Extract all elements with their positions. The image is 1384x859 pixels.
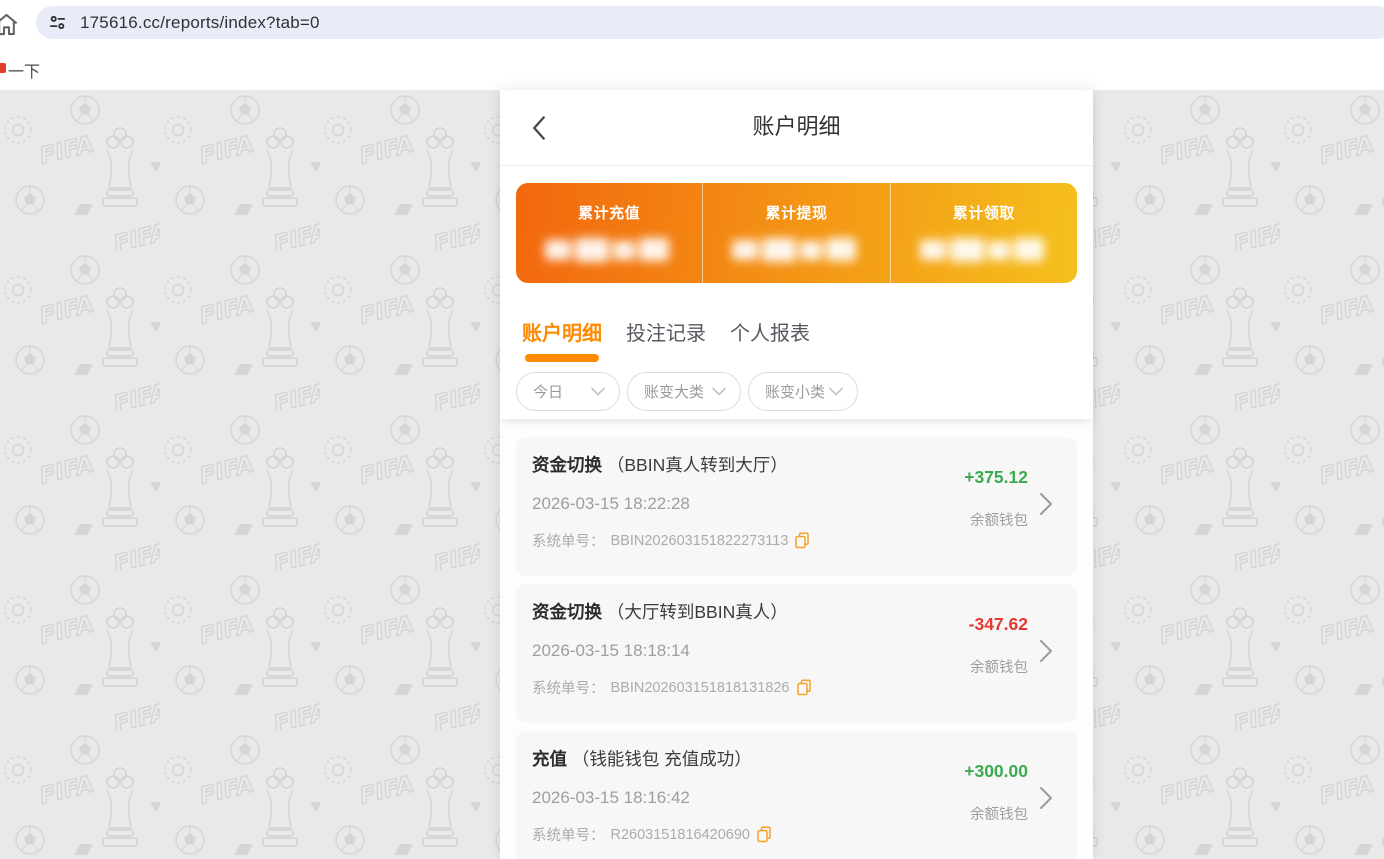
page-title: 账户明细 — [500, 109, 1093, 141]
copy-icon[interactable] — [756, 826, 772, 843]
order-number: R2603151816420690 — [611, 827, 751, 843]
filter-label: 账变小类 — [765, 381, 825, 402]
tab-personal-report[interactable]: 个人报表 — [730, 317, 810, 362]
transaction-detail: （BBIN真人转到大厅） — [607, 455, 788, 475]
stat-label: 累计领取 — [953, 202, 1015, 223]
transaction-type: 资金切换 — [532, 602, 602, 622]
wallet-label: 余额钱包 — [964, 803, 1028, 824]
stat-total-withdraw: 累计提现 — [702, 183, 889, 283]
bookmark-favicon-fragment[interactable] — [0, 63, 6, 73]
transaction-time: 2026-03-15 18:22:28 — [532, 494, 917, 514]
stat-total-deposit: 累计充值 — [516, 183, 702, 283]
address-bar[interactable]: 175616.cc/reports/index?tab=0 — [36, 6, 1384, 39]
wallet-label: 余额钱包 — [969, 656, 1028, 677]
transaction-type: 资金切换 — [532, 455, 602, 475]
masked-value — [545, 236, 673, 264]
order-number: BBIN202603151822273113 — [611, 533, 789, 549]
chevron-right-icon[interactable] — [1039, 639, 1053, 668]
transaction-detail: （钱能钱包 充值成功） — [572, 749, 752, 769]
account-detail-panel: 账户明细 累计充值 累计提现 累计领取 账户明细 投注记录 — [500, 90, 1093, 859]
browser-toolbar: 175616.cc/reports/index?tab=0 — [0, 0, 1384, 45]
transaction-amount: +375.12 — [964, 467, 1028, 488]
wallet-label: 余额钱包 — [964, 509, 1028, 530]
transaction-detail: （大厅转到BBIN真人） — [607, 602, 788, 622]
transaction-title: 资金切换 （大厅转到BBIN真人） — [532, 600, 917, 624]
transaction-amount: -347.62 — [969, 614, 1028, 635]
transaction-order-row: 系统单号： BBIN202603151818131826 — [532, 677, 917, 698]
order-label: 系统单号： — [532, 824, 605, 845]
transaction-card[interactable]: 资金切换 （大厅转到BBIN真人） 2026-03-15 18:18:14 系统… — [516, 584, 1077, 723]
filter-major-category-dropdown[interactable]: 账变大类 — [627, 372, 741, 411]
nav-bar: 账户明细 — [500, 90, 1093, 166]
filter-minor-category-dropdown[interactable]: 账变小类 — [748, 372, 858, 411]
transaction-title: 充值 （钱能钱包 充值成功） — [532, 747, 917, 771]
order-label: 系统单号： — [532, 530, 605, 551]
bookmark-label-partial[interactable]: 一下 — [8, 58, 40, 82]
url-text[interactable]: 175616.cc/reports/index?tab=0 — [80, 13, 320, 33]
site-settings-icon[interactable] — [48, 13, 67, 32]
transaction-time: 2026-03-15 18:16:42 — [532, 788, 917, 808]
transaction-order-row: 系统单号： R2603151816420690 — [532, 824, 917, 845]
transaction-time: 2026-03-15 18:18:14 — [532, 641, 917, 661]
transaction-type: 充值 — [532, 749, 567, 769]
transaction-amount-block: +300.00 余额钱包 — [964, 761, 1028, 824]
filter-label: 今日 — [533, 381, 563, 402]
tab-bet-records[interactable]: 投注记录 — [626, 317, 706, 362]
masked-value — [732, 236, 860, 264]
copy-icon[interactable] — [796, 679, 812, 696]
transaction-amount: +300.00 — [964, 761, 1028, 782]
transaction-card[interactable]: 资金切换 （BBIN真人转到大厅） 2026-03-15 18:22:28 系统… — [516, 437, 1077, 576]
transaction-amount-block: +375.12 余额钱包 — [964, 467, 1028, 530]
panel-header: 账户明细 累计充值 累计提现 累计领取 账户明细 投注记录 — [500, 90, 1093, 419]
home-icon[interactable] — [0, 11, 20, 43]
chevron-down-icon — [829, 387, 843, 396]
filter-row: 今日 账变大类 账变小类 — [500, 372, 1093, 411]
masked-value — [920, 236, 1048, 264]
chevron-down-icon — [712, 387, 726, 396]
tab-bar: 账户明细 投注记录 个人报表 — [500, 317, 1093, 362]
filter-date-dropdown[interactable]: 今日 — [516, 372, 620, 411]
chevron-right-icon[interactable] — [1039, 786, 1053, 815]
stat-total-claim: 累计领取 — [890, 183, 1077, 283]
order-number: BBIN202603151818131826 — [611, 680, 790, 696]
stat-label: 累计充值 — [578, 202, 640, 223]
filter-label: 账变大类 — [644, 381, 704, 402]
tab-account-detail[interactable]: 账户明细 — [522, 317, 602, 362]
order-label: 系统单号： — [532, 677, 605, 698]
bookmarks-bar: 一下 — [0, 45, 1384, 90]
chevron-right-icon[interactable] — [1039, 492, 1053, 521]
transaction-order-row: 系统单号： BBIN202603151822273113 — [532, 530, 917, 551]
copy-icon[interactable] — [794, 532, 810, 549]
totals-card: 累计充值 累计提现 累计领取 — [516, 183, 1077, 283]
transaction-title: 资金切换 （BBIN真人转到大厅） — [532, 453, 917, 477]
chevron-down-icon — [591, 387, 605, 396]
stat-label: 累计提现 — [765, 202, 827, 223]
transaction-card[interactable]: 充值 （钱能钱包 充值成功） 2026-03-15 18:16:42 系统单号：… — [516, 731, 1077, 859]
transaction-list: 资金切换 （BBIN真人转到大厅） 2026-03-15 18:22:28 系统… — [500, 419, 1093, 859]
transaction-amount-block: -347.62 余额钱包 — [969, 614, 1028, 677]
screen: FIFA FIFA — [0, 0, 1384, 859]
